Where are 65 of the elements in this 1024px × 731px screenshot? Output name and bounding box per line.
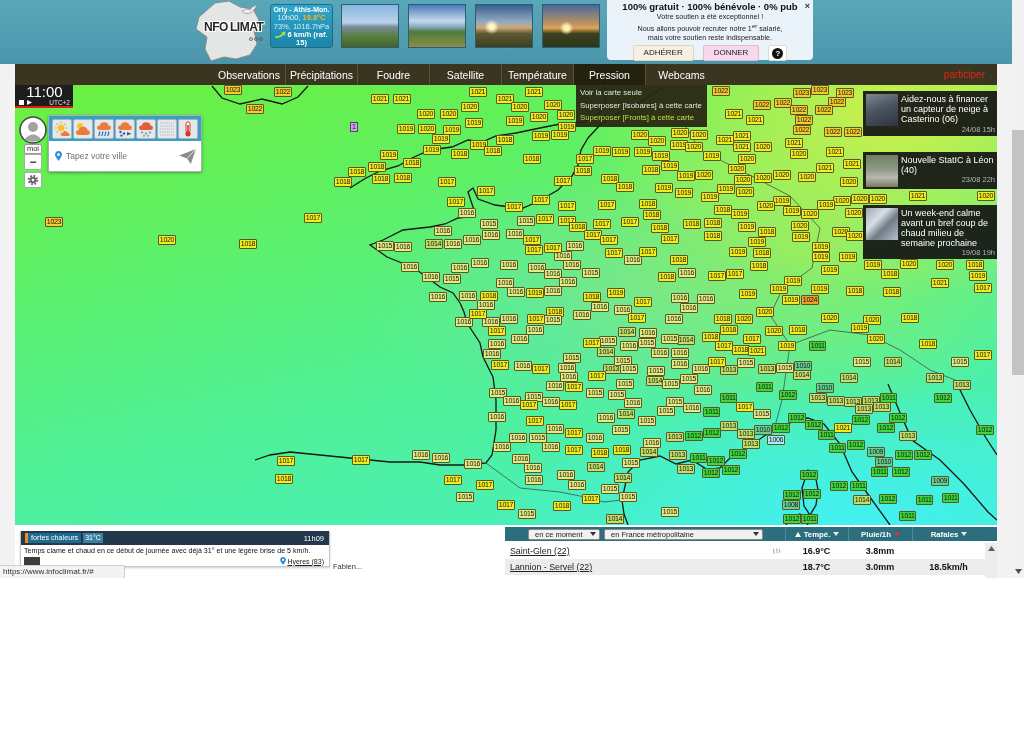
photo-placeholder[interactable]: [408, 4, 466, 48]
table-scrollbar[interactable]: [985, 543, 997, 578]
layer-button[interactable]: [115, 118, 135, 139]
layer-button[interactable]: [73, 118, 93, 139]
wind-arrow-icon: [275, 30, 287, 38]
temperature-cell-text: 18.7°C: [801, 562, 832, 572]
paper-plane-icon: [178, 148, 196, 164]
rain-cell-text: 3.0mm: [864, 562, 896, 572]
status-url: https://www.infoclimat.fr/#: [0, 565, 125, 578]
donation-title: 100% gratuit · 100% bénévole · 0% pub: [622, 1, 798, 13]
user-avatar-icon[interactable]: [19, 116, 47, 144]
location-pin-icon: [55, 151, 62, 161]
caret-icon: [590, 532, 596, 536]
photo-placeholder[interactable]: [542, 4, 600, 48]
layer-button[interactable]: [52, 118, 72, 139]
photo-placeholder: [866, 207, 898, 240]
send-button[interactable]: [177, 147, 197, 165]
photo-placeholder: [866, 94, 898, 126]
logo-text[interactable]: NFO: [204, 21, 228, 34]
nav-tab[interactable]: Pression: [573, 64, 645, 85]
zoom-out-button[interactable]: −: [24, 154, 42, 170]
page-scrollbar[interactable]: [1012, 0, 1024, 578]
cloud-sun-icon: [75, 120, 91, 137]
layer-button[interactable]: [157, 118, 177, 139]
photo-placeholder[interactable]: [341, 4, 399, 48]
dots-icon: [249, 37, 263, 41]
layer-button[interactable]: [94, 118, 114, 139]
news-title: Un week-end calme avant un bref coup de chaud milieu de semaine prochaine: [901, 207, 990, 249]
sun-cloud-icon: [54, 120, 70, 137]
scroll-down-icon[interactable]: [1014, 569, 1022, 574]
station-link[interactable]: Lannion - Servel (22): [510, 562, 593, 572]
rain-cloud-icon: [96, 120, 112, 137]
temperature-cell-text: 16.9°C: [801, 546, 832, 556]
scroll-up-icon[interactable]: [987, 546, 995, 551]
play-icon[interactable]: [27, 100, 32, 105]
settings-icon: [27, 174, 39, 186]
nav-tab[interactable]: Observations: [213, 64, 285, 85]
cloud-snow-icon: [138, 120, 154, 137]
caret-icon: [753, 532, 759, 536]
donate-button[interactable]: DONNER: [702, 45, 760, 62]
help-button[interactable]: ?: [768, 45, 788, 62]
photo-placeholder[interactable]: [475, 4, 533, 48]
nav-tab[interactable]: Foudre: [357, 64, 429, 85]
rain-cell-text: 3.8mm: [864, 546, 896, 556]
nav-tab[interactable]: Satellite: [429, 64, 501, 85]
sort-up-icon: [794, 531, 801, 537]
bird-icon: [242, 5, 258, 15]
table-row[interactable]: Lannion - Servel (22) 18.7°C 3.0mm 18.5km/h: [505, 559, 985, 575]
city-search-field[interactable]: Tapez votre ville: [66, 149, 173, 163]
news-title: Nouvelle StatIC à Léon (40): [901, 154, 995, 175]
station-link[interactable]: Saint-Glen (22): [510, 546, 570, 556]
close-button[interactable]: ×: [804, 2, 810, 11]
cloud-dots-icon: [117, 120, 133, 137]
settings-button[interactable]: [24, 172, 42, 188]
photo-placeholder: [866, 154, 898, 187]
weather-map[interactable]: [15, 85, 997, 525]
nav-tab[interactable]: Précipitations: [285, 64, 357, 85]
location-pin-icon: [280, 557, 287, 565]
grid-icon: [159, 120, 175, 137]
gusts-cell-text: 18.5km/h: [928, 562, 969, 572]
layer-button[interactable]: [178, 118, 198, 139]
join-button[interactable]: ADHÉRER: [632, 45, 694, 62]
news-title: Aidez-nous à financer un capteur de neige à Casterino (06): [901, 94, 990, 125]
layer-button[interactable]: [136, 118, 156, 139]
clock-time: 11:00: [25, 85, 64, 99]
